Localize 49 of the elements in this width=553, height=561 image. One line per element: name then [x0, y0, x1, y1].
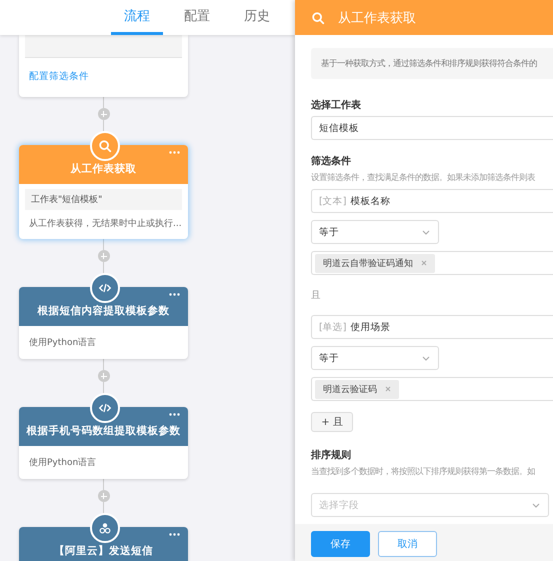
- node-card[interactable]: 配置筛选条件: [19, 35, 188, 97]
- intro-text: 基于一种获取方式，通过筛选条件和排序规则获得符合条件的: [311, 48, 553, 79]
- add-step-icon[interactable]: [98, 370, 110, 382]
- more-icon[interactable]: [169, 151, 180, 154]
- panel-title: 从工作表获取: [338, 10, 416, 26]
- chevron-down-icon: [532, 502, 540, 508]
- value-tag: 明道云验证码: [315, 380, 399, 398]
- node-description: 从工作表获得，无结果时中止或执行...: [28, 218, 182, 230]
- field-selector[interactable]: [文本] 模板名称: [311, 189, 553, 213]
- cancel-button[interactable]: 取消: [378, 531, 437, 557]
- and-label: 且: [311, 289, 322, 302]
- section-hint: 当查找到多个数据时，将按照以下排序规则获得第一条数据。如: [311, 466, 536, 477]
- add-condition-button[interactable]: + 且: [311, 412, 353, 432]
- tab[interactable]: 配置: [171, 0, 223, 35]
- chevron-down-icon: [422, 230, 430, 234]
- more-icon[interactable]: [169, 293, 180, 296]
- section-label: 选择工作表: [311, 98, 362, 112]
- code-icon: [98, 281, 112, 295]
- operator-dropdown[interactable]: 等于: [311, 346, 439, 370]
- tab[interactable]: 历史: [231, 0, 283, 35]
- node-header: 从工作表获取: [19, 145, 188, 184]
- node-header: 根据手机号码数组提取模板参数: [19, 407, 188, 446]
- search-icon: [98, 139, 112, 153]
- save-button[interactable]: 保存: [311, 531, 370, 557]
- add-step-icon[interactable]: [98, 108, 110, 120]
- section-hint: 设置筛选条件，查找满足条件的数据。如果未添加筛选条件则表: [311, 172, 536, 183]
- value-field[interactable]: 明道云自带验证码通知: [311, 251, 553, 275]
- chevron-down-icon: [422, 356, 430, 360]
- remove-icon[interactable]: [421, 260, 427, 266]
- value-field[interactable]: 明道云验证码: [311, 377, 553, 401]
- input-field[interactable]: 短信模板: [311, 116, 553, 140]
- node-header: 【阿里云】发送短信: [19, 527, 188, 561]
- circles-icon: [98, 521, 112, 535]
- node-description: 使用Python语言: [28, 456, 98, 469]
- more-icon[interactable]: [169, 413, 180, 416]
- section-label: 筛选条件: [311, 154, 352, 168]
- search-icon: [311, 10, 325, 24]
- node-detail: 工作表"短信模板": [25, 189, 182, 210]
- more-icon[interactable]: [169, 533, 180, 536]
- remove-icon[interactable]: [385, 386, 391, 392]
- node-header: 根据短信内容提取模板参数: [19, 287, 188, 326]
- field-selector[interactable]: [单选] 使用场景: [311, 315, 553, 339]
- node-description: 使用Python语言: [28, 336, 98, 349]
- add-step-icon[interactable]: [98, 250, 110, 262]
- add-step-icon[interactable]: [98, 490, 110, 502]
- operator-dropdown[interactable]: 等于: [311, 220, 439, 244]
- code-icon: [98, 401, 112, 415]
- value-tag: 明道云自带验证码通知: [315, 254, 435, 272]
- section-label: 排序规则: [311, 448, 352, 462]
